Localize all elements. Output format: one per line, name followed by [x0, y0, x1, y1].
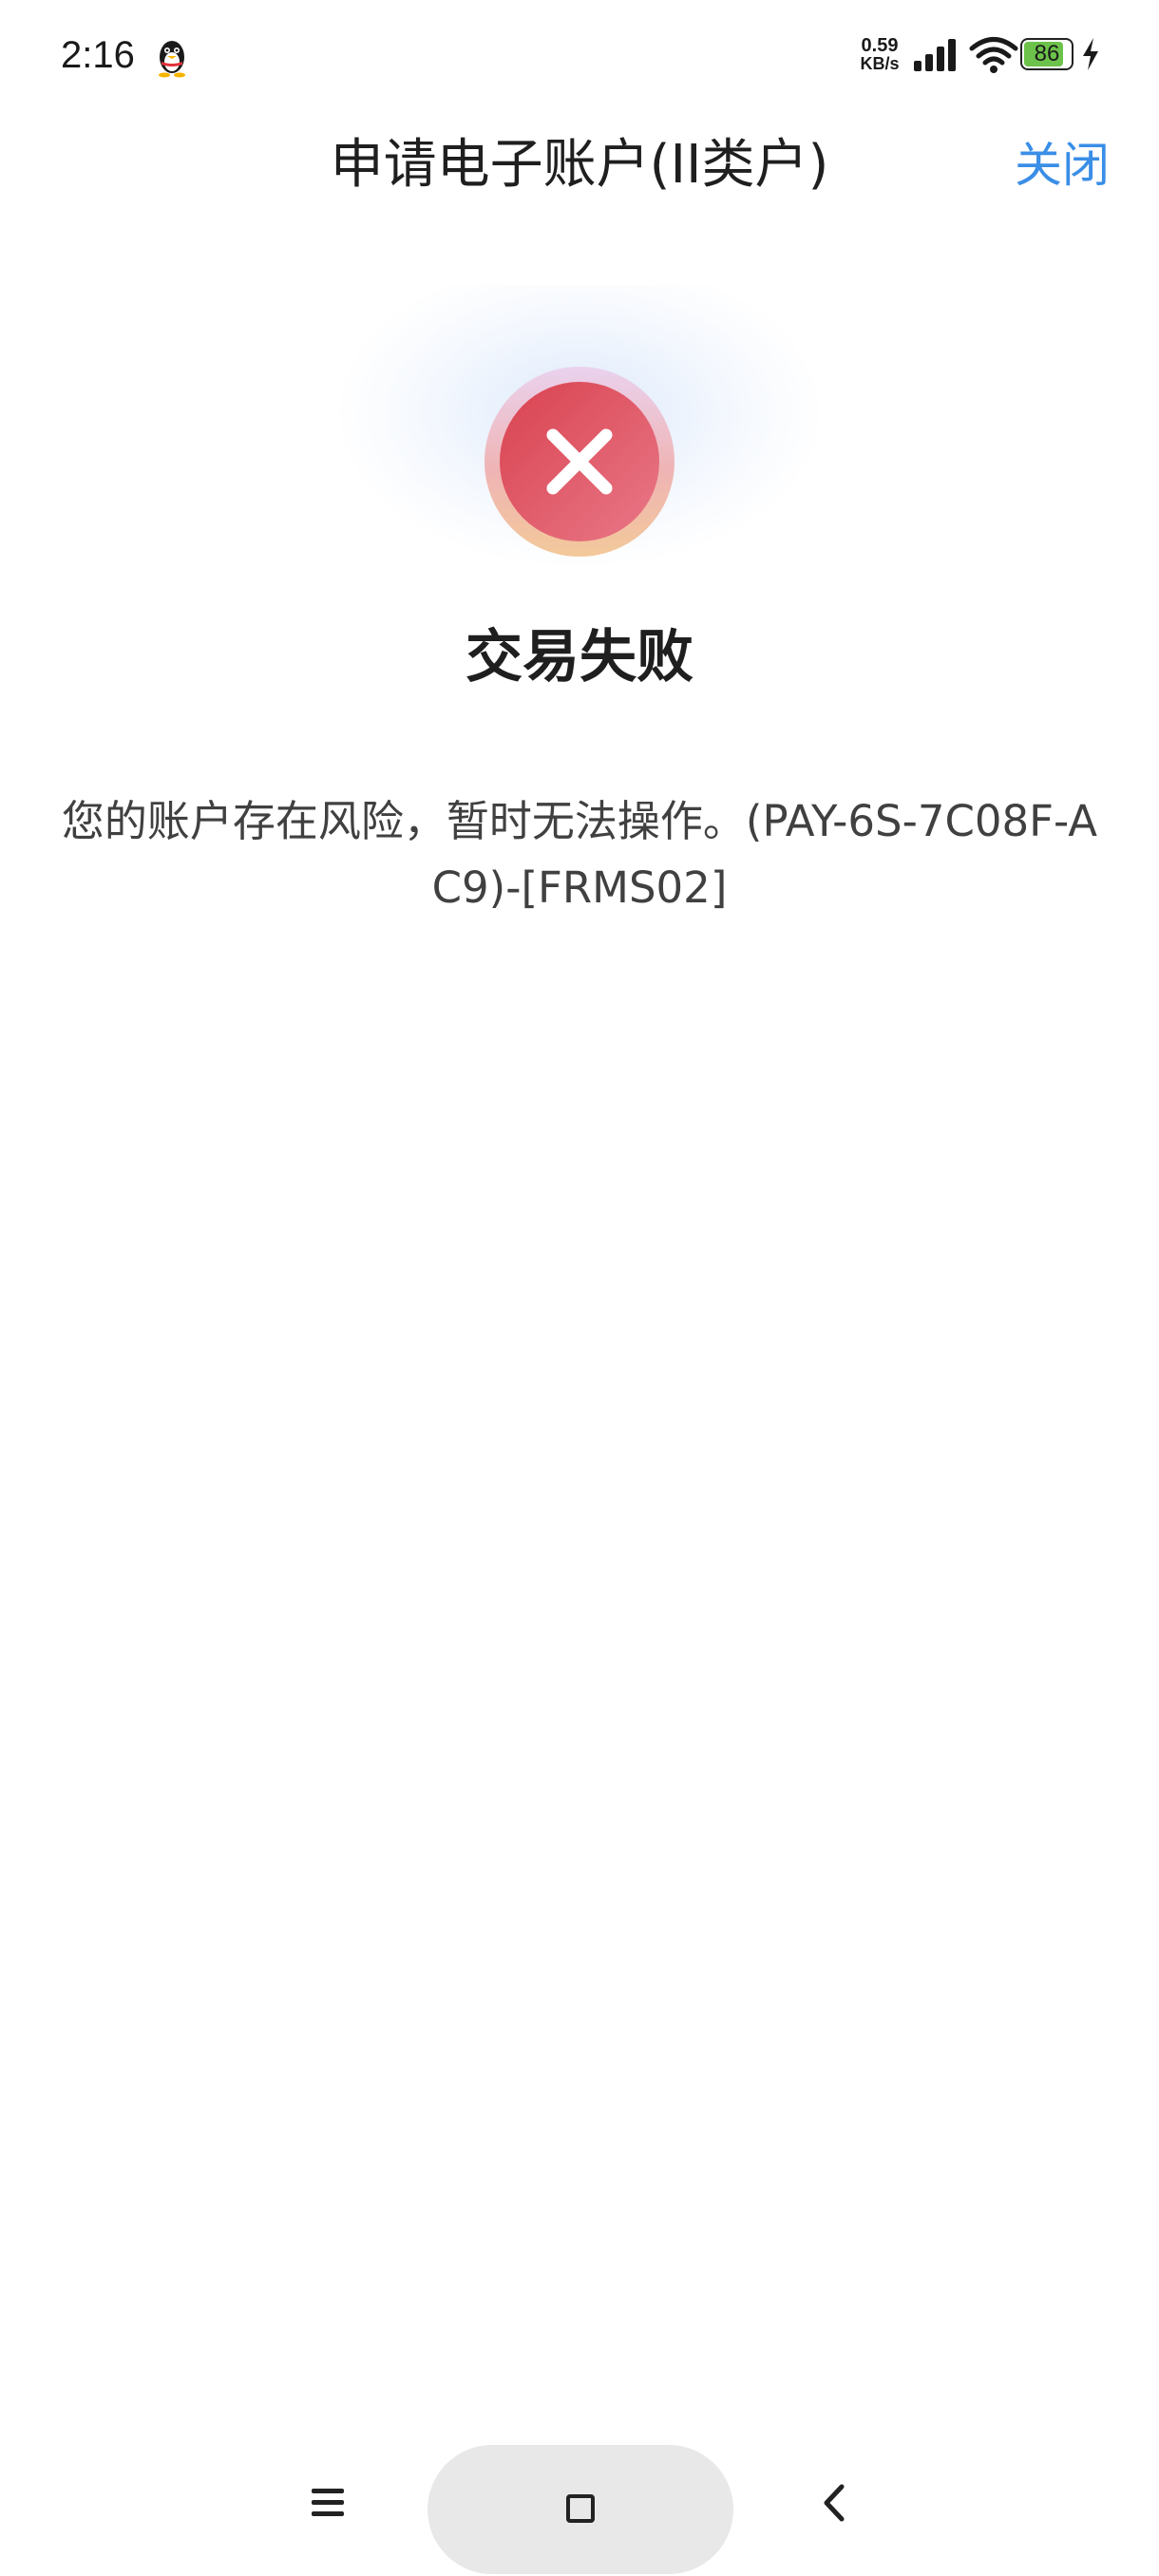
status-bar: 2:16 0.59 KB/s 86	[0, 0, 1159, 104]
back-icon[interactable]	[817, 2477, 851, 2529]
page-title: 申请电子账户(II类户)	[330, 134, 829, 196]
close-button[interactable]: 关闭	[1015, 129, 1110, 201]
network-speed: 0.59 KB/s	[853, 36, 906, 72]
battery-level: 86	[1034, 41, 1060, 66]
result-title: 交易失败	[466, 624, 694, 691]
network-speed-value: 0.59	[861, 35, 899, 56]
menu-icon[interactable]	[304, 2479, 352, 2527]
result-message: 您的账户存在风险，暂时无法操作。(PAY-6S-7C08F-AC9)-[FRMS…	[61, 796, 1098, 913]
error-x-icon	[484, 367, 674, 557]
battery-icon: 86	[1020, 38, 1074, 70]
home-button[interactable]	[428, 2445, 733, 2574]
navigation-bar	[0, 2432, 1159, 2576]
charging-icon	[1083, 38, 1098, 70]
network-speed-unit: KB/s	[860, 54, 900, 73]
header: 申请电子账户(II类户) 关闭	[0, 114, 1159, 218]
wifi-icon	[969, 37, 1018, 73]
signal-icon	[914, 39, 956, 71]
qq-penguin-icon	[159, 41, 185, 78]
home-icon	[566, 2494, 595, 2523]
status-time: 2:16	[61, 34, 135, 76]
